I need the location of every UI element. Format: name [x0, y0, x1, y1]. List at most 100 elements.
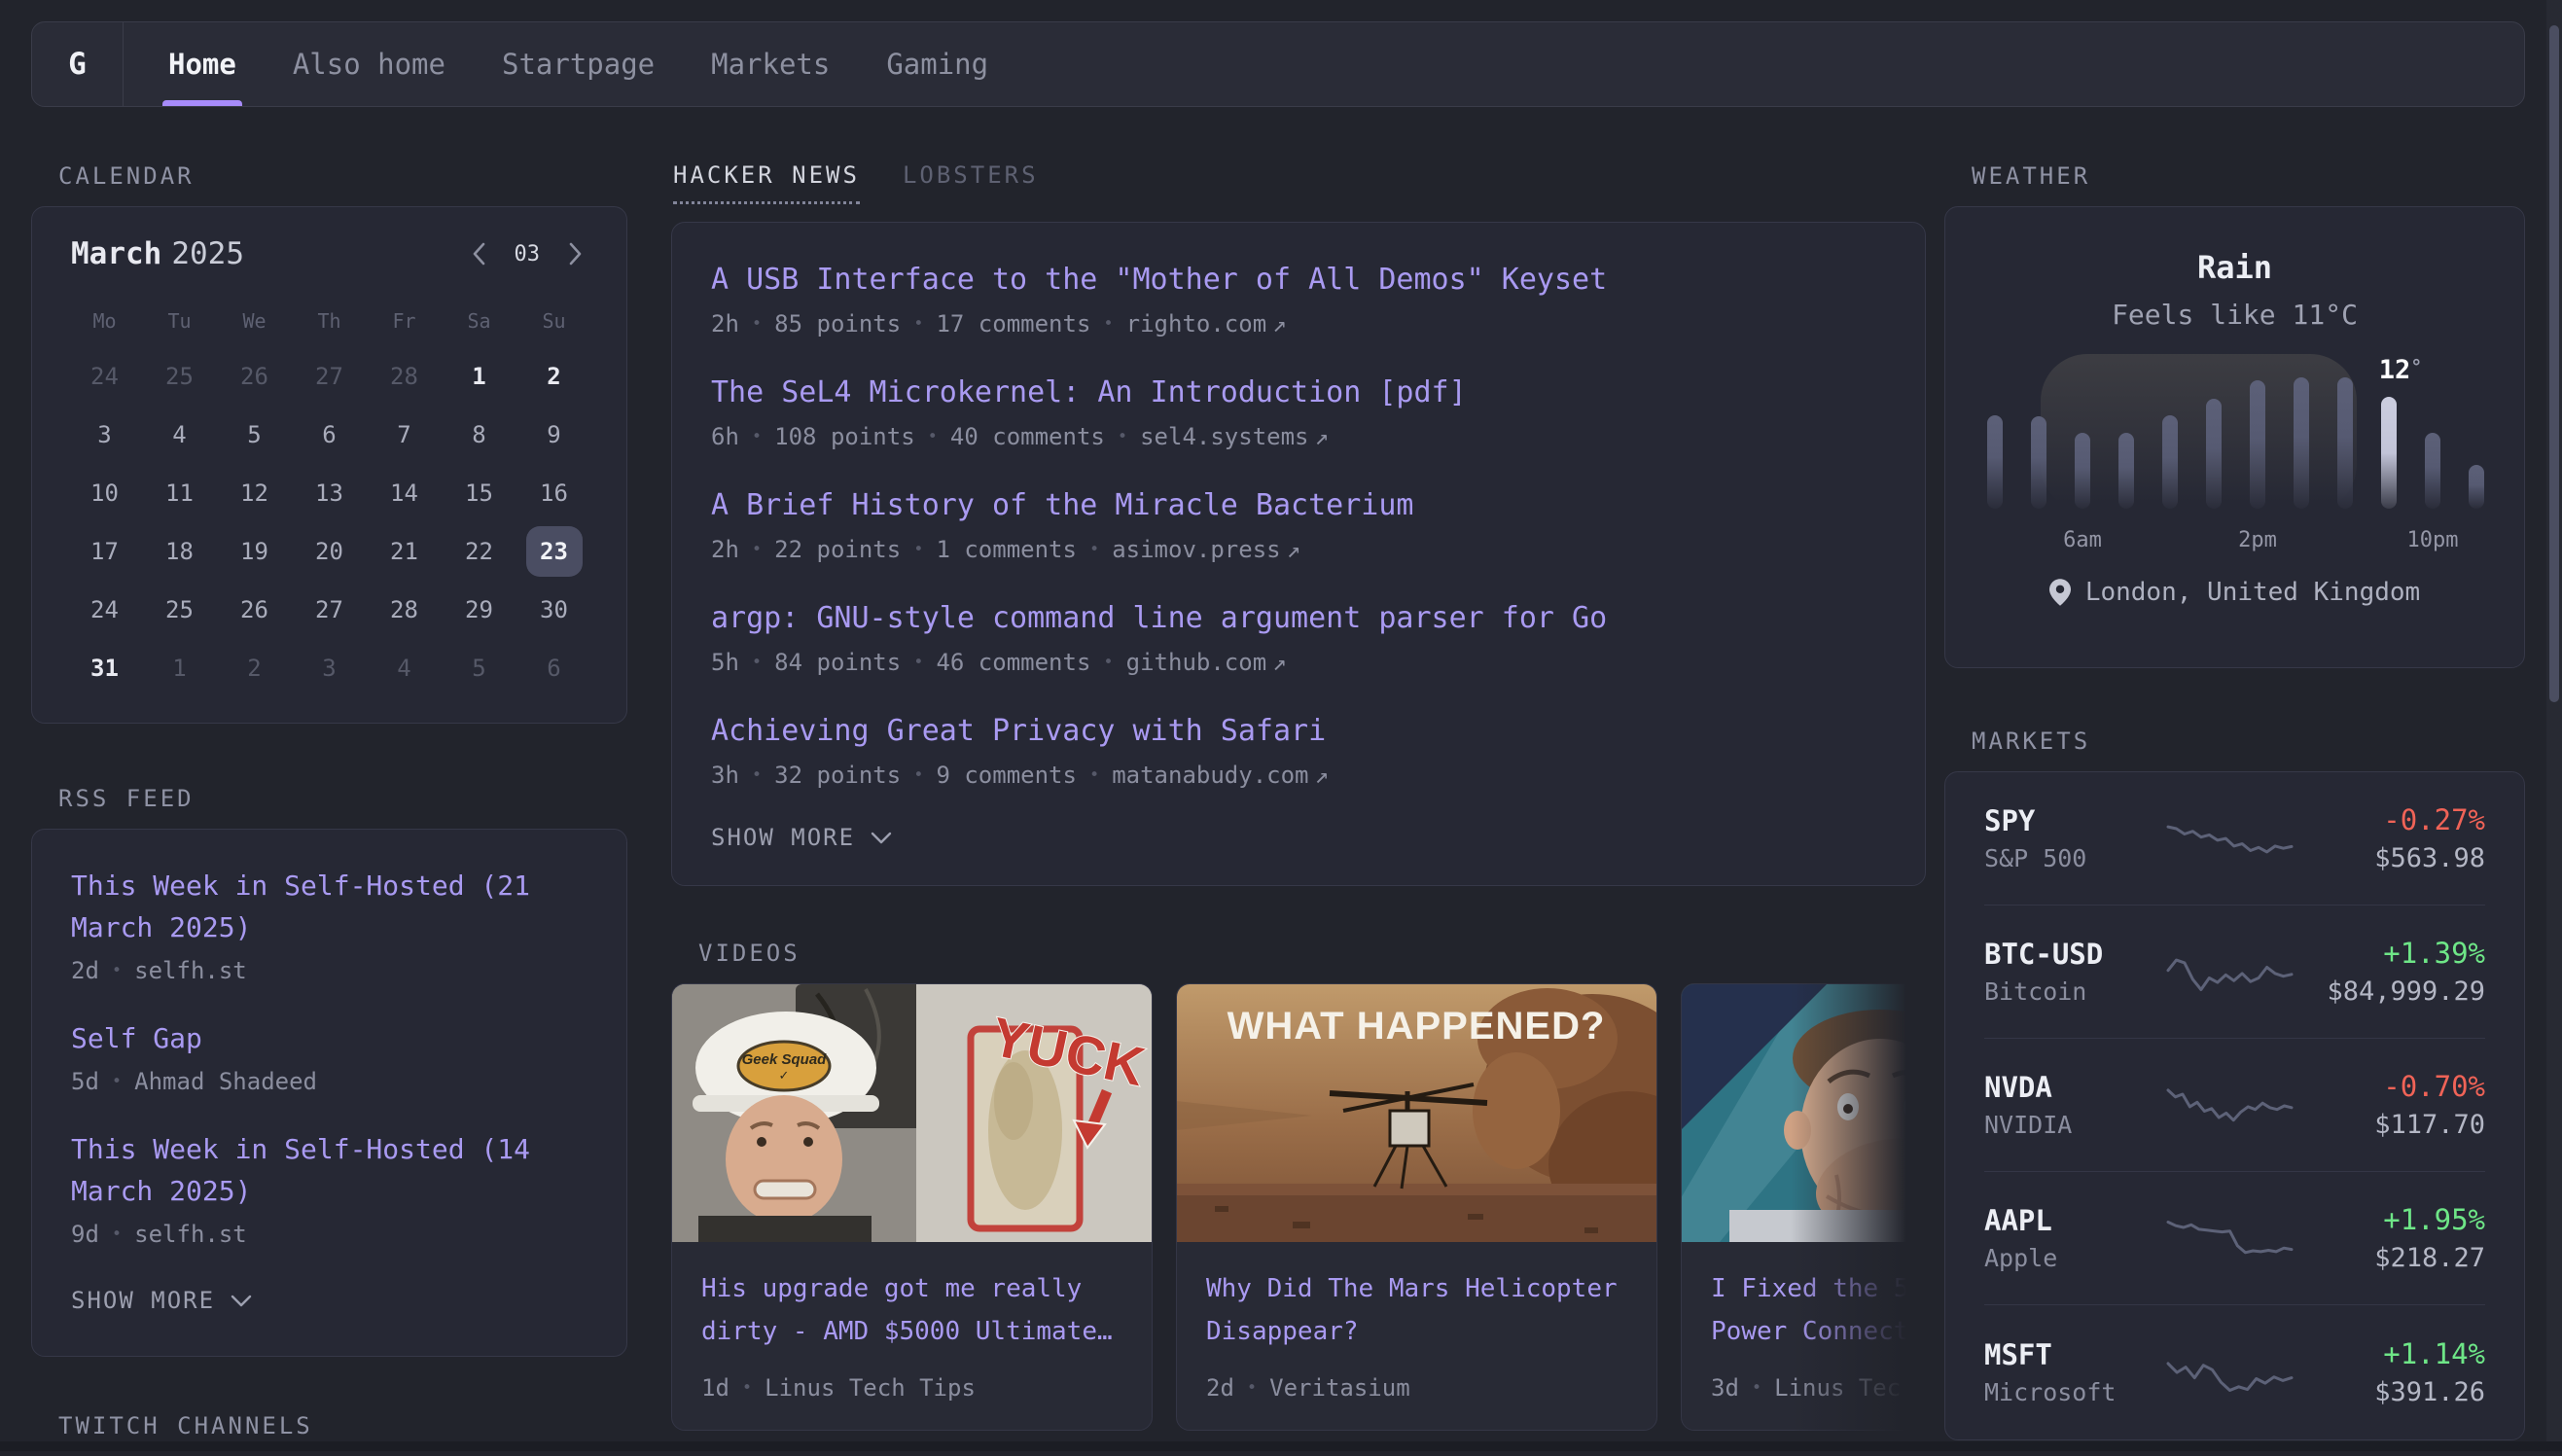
calendar-prev-button[interactable] [467, 237, 491, 270]
news-item-source[interactable]: sel4.systems↗ [1140, 423, 1329, 450]
video-channel[interactable]: Linus Tec [1774, 1374, 1901, 1402]
calendar-day-cell[interactable]: 27 [292, 581, 367, 639]
video-card[interactable]: Geek Squad ✓ YUCK His upgrade got me rea… [671, 983, 1153, 1431]
scrollbar-track[interactable] [2546, 0, 2562, 1451]
news-item-title[interactable]: A Brief History of the Miracle Bacterium [711, 485, 1886, 526]
calendar-day-cell[interactable]: 4 [142, 406, 217, 464]
market-row-nvda[interactable]: NVDANVIDIA-0.70%$117.70 [1984, 1039, 2485, 1172]
nav-tab-home[interactable]: Home [168, 22, 236, 106]
news-item-title[interactable]: Achieving Great Privacy with Safari [711, 711, 1886, 752]
calendar-day-cell[interactable]: 13 [292, 464, 367, 522]
calendar-day-cell[interactable]: 19 [217, 522, 292, 581]
calendar-day-cell[interactable]: 10 [67, 464, 142, 522]
app-logo[interactable]: G [32, 22, 124, 106]
calendar-day-cell[interactable]: 30 [516, 581, 591, 639]
calendar-day-cell[interactable]: 6 [292, 406, 367, 464]
calendar-day-cell[interactable]: 6 [516, 639, 591, 697]
market-values-block: -0.70%$117.70 [2295, 1070, 2485, 1140]
market-row-msft[interactable]: MSFTMicrosoft+1.14%$391.26 [1984, 1305, 2485, 1438]
calendar-day-cell[interactable]: 17 [67, 522, 142, 581]
calendar-day-cell[interactable]: 24 [67, 581, 142, 639]
news-tab-hacker-news[interactable]: HACKER NEWS [673, 161, 860, 204]
video-card[interactable]: DO T T I Fixed the 5Power Connect3d•Linu… [1681, 983, 1926, 1431]
news-item-source[interactable]: asimov.press↗ [1112, 536, 1300, 563]
nav-tab-startpage[interactable]: Startpage [502, 22, 655, 106]
calendar-day-cell[interactable]: 2 [516, 347, 591, 406]
calendar-day-cell[interactable]: 25 [142, 581, 217, 639]
calendar-day-cell[interactable]: 5 [217, 406, 292, 464]
news-item-source[interactable]: righto.com↗ [1126, 310, 1287, 337]
rss-item: Self Gap5d•Ahmad Shadeed [71, 1017, 587, 1095]
calendar-day-cell[interactable]: 5 [442, 639, 516, 697]
calendar-day-name: Th [292, 299, 367, 343]
calendar-day-cell[interactable]: 26 [217, 581, 292, 639]
market-row-aapl[interactable]: AAPLApple+1.95%$218.27 [1984, 1172, 2485, 1305]
calendar-day-cell[interactable]: 29 [442, 581, 516, 639]
calendar-day-cell[interactable]: 31 [67, 639, 142, 697]
calendar-day-cell[interactable]: 21 [367, 522, 442, 581]
video-title[interactable]: Why Did The Mars Helicopter [1206, 1267, 1627, 1310]
calendar-day-cell[interactable]: 9 [516, 406, 591, 464]
calendar-day-cell[interactable]: 25 [142, 347, 217, 406]
calendar-day-cell[interactable]: 20 [292, 522, 367, 581]
calendar-next-button[interactable] [563, 237, 587, 270]
news-item-title[interactable]: A USB Interface to the "Mother of All De… [711, 260, 1886, 301]
market-row-spy[interactable]: SPYS&P 500-0.27%$563.98 [1984, 772, 2485, 906]
calendar-day-cell[interactable]: 4 [367, 639, 442, 697]
calendar-day-cell[interactable]: 26 [217, 347, 292, 406]
calendar-day-cell[interactable]: 2 [217, 639, 292, 697]
calendar-day-cell[interactable]: 24 [67, 347, 142, 406]
news-item-comments: 40 comments [950, 423, 1105, 450]
calendar-day-cell[interactable]: 22 [442, 522, 516, 581]
nav-tab-also-home[interactable]: Also home [293, 22, 445, 106]
video-channel[interactable]: Veritasium [1269, 1374, 1410, 1402]
calendar-day-cell[interactable]: 7 [367, 406, 442, 464]
nav-tab-markets[interactable]: Markets [711, 22, 830, 106]
external-link-icon: ↗ [1315, 423, 1329, 450]
calendar-day-cell[interactable]: 12 [217, 464, 292, 522]
video-title[interactable]: dirty - AMD $5000 Ultimate… [701, 1310, 1122, 1353]
rss-item-title[interactable]: Self Gap [71, 1017, 587, 1059]
calendar-day-cell[interactable]: 16 [516, 464, 591, 522]
news-tab-lobsters[interactable]: LOBSTERS [903, 161, 1039, 189]
video-thumbnail[interactable]: Geek Squad ✓ YUCK [672, 984, 1152, 1242]
video-title[interactable]: Power Connect [1711, 1310, 1926, 1353]
calendar-day-cell[interactable]: 28 [367, 581, 442, 639]
news-item-title[interactable]: argp: GNU-style command line argument pa… [711, 598, 1886, 639]
nav-tab-gaming[interactable]: Gaming [886, 22, 988, 106]
video-thumbnail[interactable]: DO T T [1682, 984, 1926, 1242]
news-item-source[interactable]: matanabudy.com↗ [1112, 762, 1329, 789]
videos-row: Geek Squad ✓ YUCK His upgrade got me rea… [671, 983, 1926, 1431]
weather-hourly-chart: 6am2pm10pm12° [1980, 358, 2489, 552]
rss-show-more-label: SHOW MORE [71, 1287, 215, 1314]
news-item-title[interactable]: The SeL4 Microkernel: An Introduction [p… [711, 373, 1886, 413]
weather-bar [2206, 399, 2222, 509]
rss-item-title[interactable]: This Week in Self-Hosted (14 March 2025) [71, 1128, 587, 1212]
calendar-day-cell[interactable]: 3 [292, 639, 367, 697]
video-channel[interactable]: Linus Tech Tips [765, 1374, 976, 1402]
calendar-day-cell[interactable]: 14 [367, 464, 442, 522]
news-show-more-button[interactable]: SHOW MORE [711, 824, 892, 851]
scrollbar-thumb[interactable] [2549, 25, 2559, 702]
calendar-day-cell[interactable]: 28 [367, 347, 442, 406]
weather-location-row[interactable]: London, United Kingdom [1980, 578, 2489, 607]
market-row-btc-usd[interactable]: BTC-USDBitcoin+1.39%$84,999.29 [1984, 906, 2485, 1039]
market-name: Apple [1984, 1244, 2164, 1272]
video-title[interactable]: Disappear? [1206, 1310, 1627, 1353]
calendar-day-cell[interactable]: 27 [292, 347, 367, 406]
calendar-day-cell[interactable]: 1 [442, 347, 516, 406]
video-title[interactable]: His upgrade got me really [701, 1267, 1122, 1310]
calendar-day-cell[interactable]: 23 [516, 522, 591, 581]
rss-item-title[interactable]: This Week in Self-Hosted (21 March 2025) [71, 865, 587, 948]
video-title[interactable]: I Fixed the 5 [1711, 1267, 1926, 1310]
news-item-source[interactable]: github.com↗ [1126, 649, 1287, 676]
calendar-day-cell[interactable]: 15 [442, 464, 516, 522]
calendar-day-cell[interactable]: 11 [142, 464, 217, 522]
rss-show-more-button[interactable]: SHOW MORE [71, 1287, 252, 1314]
video-card[interactable]: WHAT HAPPENED? Why Did The Mars Helicopt… [1176, 983, 1657, 1431]
calendar-day-cell[interactable]: 3 [67, 406, 142, 464]
calendar-day-cell[interactable]: 8 [442, 406, 516, 464]
calendar-day-cell[interactable]: 1 [142, 639, 217, 697]
video-thumbnail[interactable]: WHAT HAPPENED? [1177, 984, 1656, 1242]
calendar-day-cell[interactable]: 18 [142, 522, 217, 581]
